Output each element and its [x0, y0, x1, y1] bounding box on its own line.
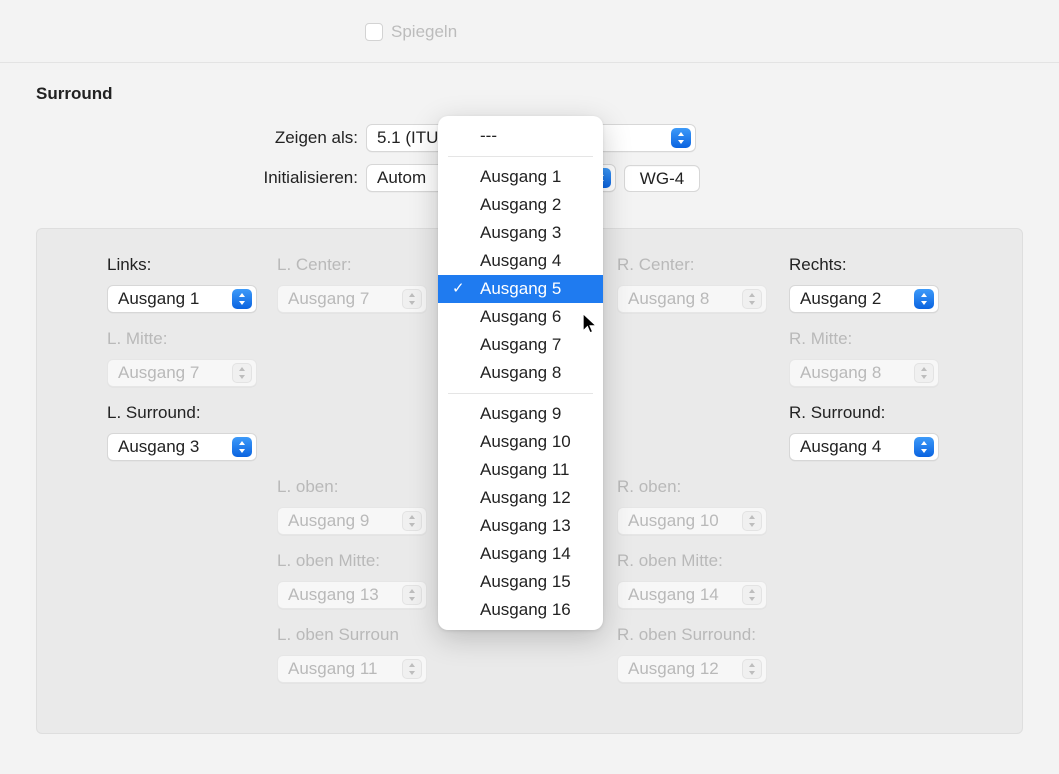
- r-mitte-select: Ausgang 8: [789, 359, 939, 387]
- menu-item[interactable]: Ausgang 1: [438, 163, 603, 191]
- chevron-updown-icon: [232, 437, 252, 457]
- r-oben-mitte-select: Ausgang 14: [617, 581, 767, 609]
- menu-item[interactable]: Ausgang 16: [438, 596, 603, 624]
- show-as-label: Zeigen als:: [232, 128, 358, 148]
- menu-separator: [448, 393, 593, 394]
- chevron-updown-icon: [232, 363, 252, 383]
- chevron-updown-icon: [402, 511, 422, 531]
- chevron-updown-icon: [742, 659, 762, 679]
- menu-separator: [448, 156, 593, 157]
- section-title: Surround: [36, 84, 113, 104]
- l-mitte-select: Ausgang 7: [107, 359, 257, 387]
- chevron-updown-icon: [914, 437, 934, 457]
- chevron-updown-icon: [914, 363, 934, 383]
- r-oben-mitte-label: R. oben Mitte:: [617, 551, 723, 571]
- l-center-label: L. Center:: [277, 255, 352, 275]
- r-center-label: R. Center:: [617, 255, 694, 275]
- output-dropdown-menu[interactable]: ---Ausgang 1Ausgang 2Ausgang 3Ausgang 4A…: [438, 116, 603, 630]
- l-oben-label: L. oben:: [277, 477, 338, 497]
- l-center-select: Ausgang 7: [277, 285, 427, 313]
- r-oben-select: Ausgang 10: [617, 507, 767, 535]
- menu-item[interactable]: Ausgang 13: [438, 512, 603, 540]
- chevron-updown-icon: [742, 289, 762, 309]
- menu-item[interactable]: Ausgang 6: [438, 303, 603, 331]
- chevron-updown-icon: [402, 585, 422, 605]
- mirror-label: Spiegeln: [391, 22, 457, 42]
- rechts-label: Rechts:: [789, 255, 847, 275]
- menu-item[interactable]: Ausgang 14: [438, 540, 603, 568]
- l-oben-surround-select: Ausgang 11: [277, 655, 427, 683]
- r-oben-surround-select: Ausgang 12: [617, 655, 767, 683]
- r-oben-label: R. oben:: [617, 477, 681, 497]
- l-oben-mitte-select: Ausgang 13: [277, 581, 427, 609]
- menu-item[interactable]: Ausgang 5: [438, 275, 603, 303]
- r-center-select: Ausgang 8: [617, 285, 767, 313]
- r-surround-label: R. Surround:: [789, 403, 885, 423]
- menu-item[interactable]: Ausgang 4: [438, 247, 603, 275]
- chevron-updown-icon: [232, 289, 252, 309]
- l-oben-surround-label: L. oben Surroun: [277, 625, 399, 645]
- l-oben-mitte-label: L. oben Mitte:: [277, 551, 380, 571]
- menu-item[interactable]: Ausgang 10: [438, 428, 603, 456]
- menu-item[interactable]: Ausgang 9: [438, 400, 603, 428]
- chevron-updown-icon: [671, 128, 691, 148]
- chevron-updown-icon: [402, 289, 422, 309]
- menu-item[interactable]: ---: [438, 122, 603, 150]
- chevron-updown-icon: [742, 511, 762, 531]
- init-textbox[interactable]: WG-4: [624, 165, 700, 192]
- l-oben-select: Ausgang 9: [277, 507, 427, 535]
- links-label: Links:: [107, 255, 151, 275]
- l-surround-select[interactable]: Ausgang 3: [107, 433, 257, 461]
- chevron-updown-icon: [914, 289, 934, 309]
- mirror-checkbox[interactable]: [365, 23, 383, 41]
- menu-item[interactable]: Ausgang 12: [438, 484, 603, 512]
- init-label: Initialisieren:: [232, 168, 358, 188]
- menu-item[interactable]: Ausgang 15: [438, 568, 603, 596]
- r-surround-select[interactable]: Ausgang 4: [789, 433, 939, 461]
- menu-item[interactable]: Ausgang 2: [438, 191, 603, 219]
- menu-item[interactable]: Ausgang 3: [438, 219, 603, 247]
- menu-item[interactable]: Ausgang 7: [438, 331, 603, 359]
- links-select[interactable]: Ausgang 1: [107, 285, 257, 313]
- l-surround-label: L. Surround:: [107, 403, 201, 423]
- chevron-updown-icon: [402, 659, 422, 679]
- chevron-updown-icon: [742, 585, 762, 605]
- menu-item[interactable]: Ausgang 8: [438, 359, 603, 387]
- l-mitte-label: L. Mitte:: [107, 329, 167, 349]
- r-mitte-label: R. Mitte:: [789, 329, 852, 349]
- section-divider: [0, 62, 1059, 63]
- mirror-checkbox-row[interactable]: Spiegeln: [365, 22, 457, 42]
- menu-item[interactable]: Ausgang 11: [438, 456, 603, 484]
- rechts-select[interactable]: Ausgang 2: [789, 285, 939, 313]
- r-oben-surround-label: R. oben Surround:: [617, 625, 756, 645]
